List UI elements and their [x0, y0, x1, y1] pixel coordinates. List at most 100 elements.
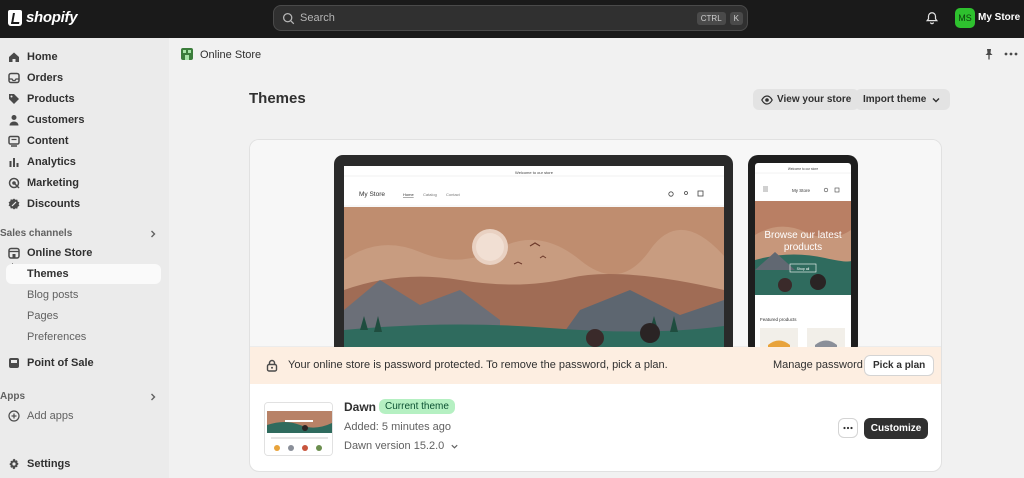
import-theme-button[interactable]: Import theme: [855, 89, 951, 110]
apps-header[interactable]: Apps: [0, 388, 169, 406]
breadcrumb[interactable]: Online Store: [200, 49, 261, 61]
mobile-hero-button: Shop all: [797, 267, 810, 271]
password-message: Your online store is password protected.…: [288, 359, 668, 371]
shopify-logo[interactable]: shopify: [8, 9, 78, 26]
sidebar-item-blog-posts[interactable]: Blog posts: [0, 285, 169, 305]
person-icon: [9, 115, 19, 126]
desktop-store-name: My Store: [359, 191, 385, 198]
sidebar-item-label: Analytics: [27, 156, 76, 168]
customize-button[interactable]: Customize: [864, 418, 928, 439]
sidebar-item-pages[interactable]: Pages: [0, 306, 169, 326]
sidebar-item-orders[interactable]: Orders: [0, 68, 169, 88]
bar-chart-icon: [9, 158, 19, 167]
chevron-down-icon: [451, 444, 458, 449]
chevron-right-icon: [151, 230, 156, 238]
sidebar-item-label: Content: [27, 135, 69, 147]
sidebar-item-label: Preferences: [27, 331, 87, 343]
theme-version-dropdown[interactable]: Dawn version 15.2.0: [344, 440, 459, 452]
sidebar-item-label: Pages: [27, 310, 59, 322]
theme-row: Dawn Current theme Added: 5 minutes ago …: [250, 384, 941, 471]
target-icon: [8, 177, 20, 189]
sidebar-item-preferences[interactable]: Preferences: [0, 327, 169, 347]
shopify-bag-icon: [8, 9, 22, 26]
sidebar-item-marketing[interactable]: Marketing: [0, 173, 169, 193]
gear-icon: [9, 458, 19, 470]
sidebar-item-customers[interactable]: Customers: [0, 110, 169, 130]
view-store-label: View your store: [777, 94, 852, 105]
theme-thumbnail: [264, 402, 333, 456]
theme-added-time: Added: 5 minutes ago: [344, 421, 452, 433]
online-store-icon: [181, 48, 193, 60]
eye-icon: [761, 94, 773, 105]
manage-password-link[interactable]: Manage password: [773, 359, 863, 371]
sidebar-item-label: Settings: [27, 458, 71, 470]
sidebar-item-label: Home: [27, 51, 58, 63]
top-bar: shopify Search CTRL K MS My Store: [0, 0, 1024, 38]
mobile-announcement: Welcome to our store: [788, 167, 818, 171]
more-options-icon[interactable]: [1004, 49, 1018, 59]
sales-channels-header[interactable]: Sales channels: [0, 225, 169, 243]
mobile-featured-label: Featured products: [760, 317, 797, 322]
plus-circle-icon: [8, 410, 20, 422]
sidebar-item-online-store[interactable]: Online Store: [0, 243, 169, 263]
sidebar-item-label: Products: [27, 93, 75, 105]
desktop-nav-home: Home: [403, 192, 414, 197]
sidebar-item-themes[interactable]: Themes: [6, 264, 161, 284]
section-label: Sales channels: [0, 228, 73, 239]
desktop-nav-contact: Contact: [446, 192, 461, 197]
desktop-announcement: Welcome to our store: [515, 170, 554, 175]
sidebar-item-label: Customers: [27, 114, 85, 126]
sidebar-item-label: Orders: [27, 72, 64, 84]
sidebar-item-add-apps[interactable]: Add apps: [0, 406, 169, 426]
page-title: Themes: [249, 90, 306, 107]
sidebar-item-content[interactable]: Content: [0, 131, 169, 151]
logo-text: shopify: [26, 9, 78, 26]
sidebar-item-products[interactable]: Products: [0, 89, 169, 109]
pos-icon: [9, 358, 19, 368]
search-placeholder: Search: [300, 12, 335, 24]
view-store-button[interactable]: View your store: [753, 89, 860, 110]
mobile-hero-text: Browse our latest products: [764, 230, 842, 253]
search-input[interactable]: Search CTRL K: [273, 5, 748, 31]
shortcut-key-k: K: [729, 11, 743, 25]
main-header: Online Store: [170, 38, 1024, 72]
tag-icon: [9, 94, 19, 104]
theme-preview-devices: Welcome to our store My Store Home Catal…: [334, 155, 858, 355]
more-options-icon: [843, 426, 853, 430]
search-icon: [282, 12, 295, 24]
password-banner: Your online store is password protected.…: [250, 347, 941, 384]
storefront-icon: [8, 247, 20, 259]
theme-version: Dawn version 15.2.0: [344, 440, 445, 452]
shortcut-key-ctrl: CTRL: [696, 11, 726, 25]
desktop-nav-catalog: Catalog: [423, 192, 437, 197]
bell-icon[interactable]: [925, 11, 939, 25]
sidebar-item-analytics[interactable]: Analytics: [0, 152, 169, 172]
home-icon: [9, 52, 19, 62]
theme-name: Dawn: [344, 400, 377, 414]
sidebar-item-label: Marketing: [27, 177, 79, 189]
mobile-store-name: My Store: [792, 188, 811, 193]
sidebar-item-label: Blog posts: [27, 289, 79, 301]
pin-icon[interactable]: [983, 48, 995, 60]
sidebar-item-settings[interactable]: Settings: [0, 454, 169, 474]
sidebar-item-label: Point of Sale: [27, 357, 94, 369]
sidebar-item-point-of-sale[interactable]: Point of Sale: [0, 353, 169, 373]
sidebar: Home Orders Products Customers Content A…: [0, 38, 169, 478]
chevron-right-icon: [151, 393, 156, 401]
content-icon: [8, 135, 20, 147]
store-name[interactable]: My Store: [978, 12, 1020, 23]
discount-icon: [8, 198, 20, 210]
section-label: Apps: [0, 391, 25, 402]
avatar[interactable]: MS: [955, 8, 975, 28]
sidebar-item-discounts[interactable]: Discounts: [0, 194, 169, 214]
inbox-icon: [8, 72, 20, 84]
sidebar-item-label: Add apps: [27, 410, 74, 422]
sidebar-item-label: Discounts: [27, 198, 81, 210]
status-badge: Current theme: [379, 399, 455, 414]
sidebar-item-home[interactable]: Home: [0, 47, 169, 67]
pick-plan-button[interactable]: Pick a plan: [864, 355, 935, 376]
theme-actions-button[interactable]: [838, 418, 858, 438]
current-theme-card: Welcome to our store My Store Home Catal…: [249, 139, 942, 472]
sidebar-item-label: Online Store: [27, 247, 93, 259]
theme-preview: Welcome to our store My Store Home Catal…: [250, 140, 941, 355]
